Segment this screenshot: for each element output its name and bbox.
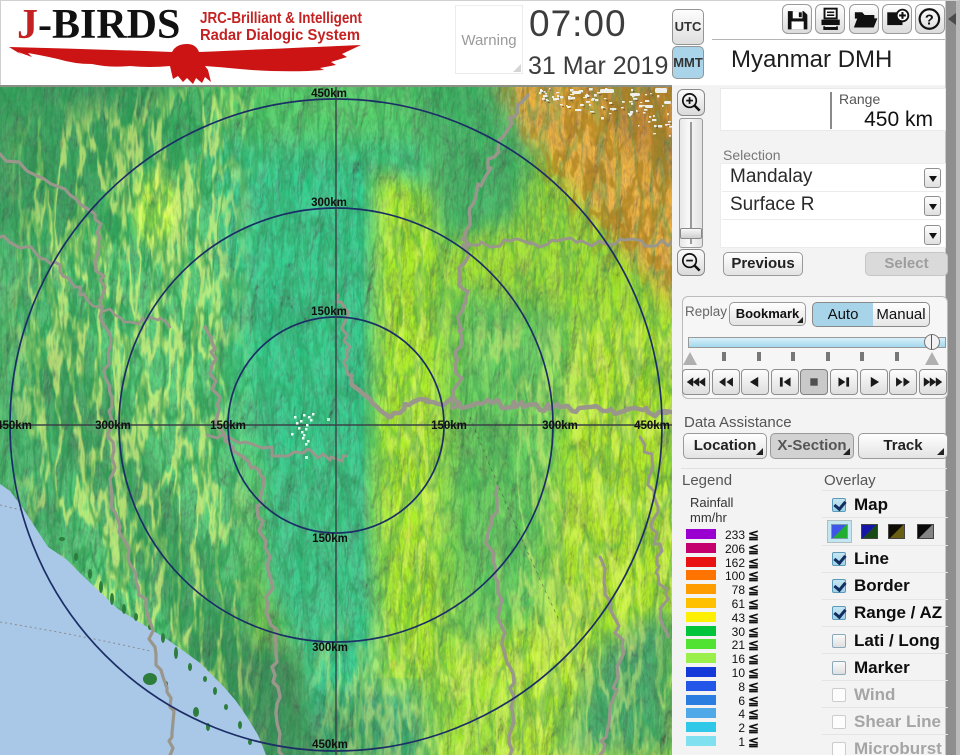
svg-text:150km: 150km xyxy=(311,306,347,318)
svg-text:450km: 450km xyxy=(312,739,348,751)
svg-text:150km: 150km xyxy=(210,420,246,432)
svg-text:300km: 300km xyxy=(95,420,131,432)
svg-text:150km: 150km xyxy=(431,420,467,432)
svg-text:300km: 300km xyxy=(542,420,578,432)
svg-text:300km: 300km xyxy=(312,642,348,654)
svg-text:450km: 450km xyxy=(311,88,347,100)
svg-text:JRC-Brilliant & Intelligent: JRC-Brilliant & Intelligent xyxy=(200,10,363,27)
svg-text:?: ? xyxy=(925,12,934,28)
svg-text:Radar Dialogic System: Radar Dialogic System xyxy=(200,27,360,44)
svg-text:150km: 150km xyxy=(312,533,348,545)
svg-text:300km: 300km xyxy=(311,197,347,209)
svg-text:450km: 450km xyxy=(634,420,670,432)
svg-text:450km: 450km xyxy=(0,420,32,432)
svg-text:J-BIRDS: J-BIRDS xyxy=(17,2,180,48)
